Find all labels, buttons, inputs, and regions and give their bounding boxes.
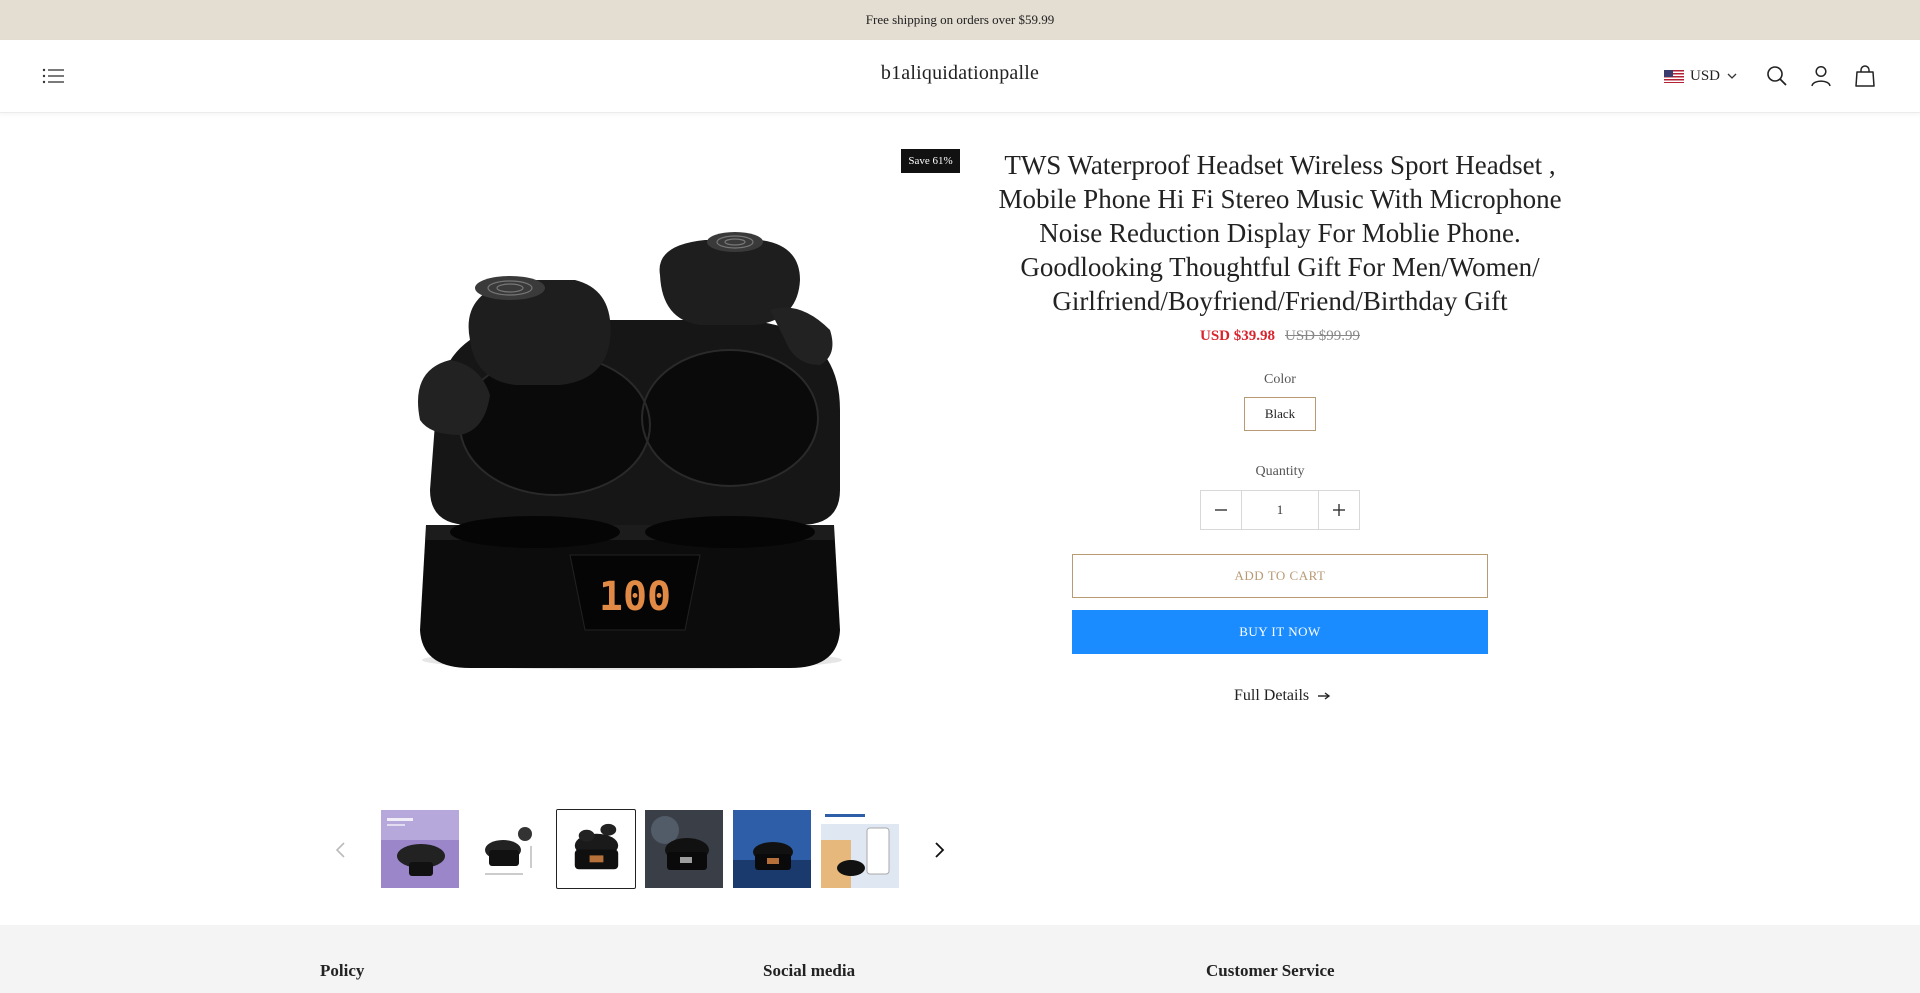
thumb-dimensions[interactable]	[469, 810, 547, 888]
thumb-dark-scene[interactable]	[645, 810, 723, 888]
footer-heading-social: Social media	[763, 961, 856, 980]
thumb-blue-scene[interactable]	[733, 810, 811, 888]
color-option-label: Black	[1264, 406, 1296, 421]
announcement-text: Free shipping on orders over $59.99	[865, 12, 1055, 27]
search-icon[interactable]	[1764, 63, 1790, 89]
full-details-label: Full Details	[1234, 687, 1310, 704]
quantity-input[interactable]	[1242, 491, 1318, 529]
footer-heading-customer-service: Customer Service	[1206, 961, 1335, 980]
gallery-prev-button[interactable]	[328, 834, 352, 866]
quantity-decrease-button[interactable]	[1201, 491, 1242, 529]
brand-logo[interactable]: b1aliquidationpalle	[881, 62, 1039, 84]
thumb-purple-case[interactable]	[381, 810, 459, 888]
product-title: TWS Waterproof Headset Wireless Sport He…	[998, 150, 1562, 316]
quantity-label: Quantity	[1255, 464, 1305, 479]
footer-heading-policy: Policy	[320, 961, 365, 980]
chevron-right-icon	[935, 842, 945, 858]
site-header: b1aliquidationpalle USD	[0, 40, 1920, 113]
buy-it-now-button[interactable]: BUY IT NOW	[1072, 610, 1488, 654]
thumbnail-strip	[380, 809, 900, 889]
brand-logo-wrap: b1aliquidationpalle	[0, 62, 1920, 85]
cart-bag-icon[interactable]	[1852, 63, 1878, 89]
save-badge-text: Save 61%	[908, 155, 953, 167]
arrow-right-icon	[1318, 692, 1331, 700]
minus-icon	[1215, 509, 1227, 511]
price-row: USD $39.98 USD $99.99	[980, 328, 1580, 345]
currency-label: USD	[1690, 67, 1721, 84]
account-icon[interactable]	[1808, 63, 1834, 89]
thumb-black-case[interactable]	[556, 809, 636, 889]
thumb-smart-connection[interactable]	[821, 810, 899, 888]
led-display-text: 100	[599, 574, 671, 620]
color-label: Color	[1264, 372, 1296, 387]
site-footer: Policy Social media Customer Service	[0, 925, 1920, 993]
chevron-left-icon	[335, 842, 345, 858]
quantity-stepper	[1200, 490, 1360, 530]
sale-price: USD $39.98	[1199, 328, 1275, 344]
plus-icon	[1333, 504, 1345, 516]
gallery-next-button[interactable]	[928, 834, 952, 866]
full-details-link[interactable]: Full Details	[1234, 685, 1331, 707]
us-flag-icon	[1664, 69, 1684, 83]
save-badge: Save 61%	[901, 149, 960, 173]
chevron-down-icon	[1727, 73, 1737, 79]
menu-icon[interactable]	[40, 64, 68, 88]
compare-price: USD $99.99	[1285, 328, 1361, 344]
color-option-black[interactable]: Black	[1244, 397, 1316, 431]
currency-selector[interactable]: USD	[1664, 64, 1738, 88]
add-to-cart-button[interactable]: ADD TO CART	[1072, 554, 1488, 598]
announcement-bar: Free shipping on orders over $59.99	[0, 0, 1920, 40]
main-product-image[interactable]: 100	[400, 220, 860, 680]
quantity-increase-button[interactable]	[1318, 491, 1359, 529]
